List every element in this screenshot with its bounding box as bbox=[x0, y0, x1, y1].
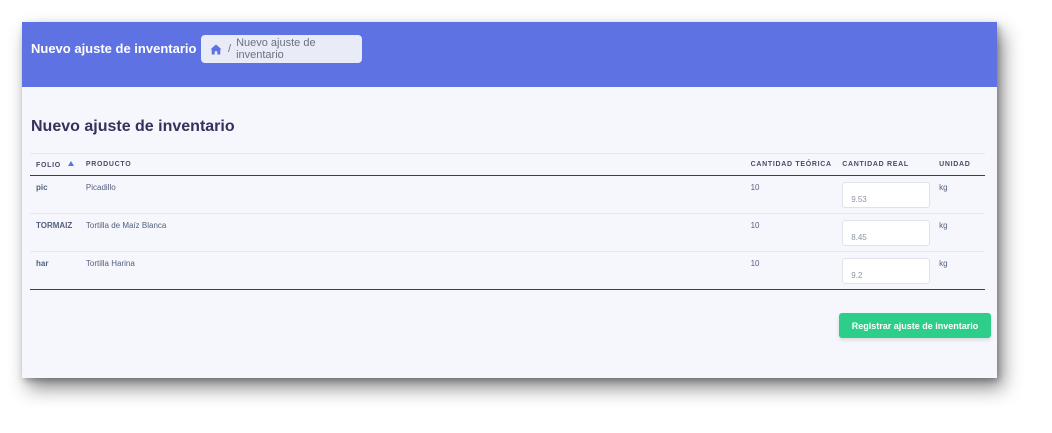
row-cantidad-teorica: 10 bbox=[750, 213, 843, 252]
row-unidad: kg bbox=[939, 213, 985, 252]
register-adjustment-button[interactable]: Registrar ajuste de inventario bbox=[839, 313, 991, 338]
page-title: Nuevo ajuste de inventario bbox=[31, 118, 235, 135]
column-header-producto[interactable]: PRODUCTO bbox=[85, 153, 751, 176]
row-folio: har bbox=[30, 251, 86, 290]
inventory-table: FOLIO PRODUCTO CANTIDAD TEÓRICA CANTIDAD… bbox=[30, 153, 985, 290]
home-icon[interactable] bbox=[210, 44, 222, 55]
cantidad-real-input[interactable] bbox=[842, 258, 931, 284]
breadcrumb: / Nuevo ajuste de inventario bbox=[201, 35, 362, 63]
table-row: har Tortilla Harina 10 kg bbox=[30, 251, 985, 290]
row-producto: Picadillo bbox=[85, 175, 751, 214]
row-unidad: kg bbox=[939, 175, 985, 214]
breadcrumb-current: Nuevo ajuste de inventario bbox=[236, 37, 316, 61]
row-cantidad-real bbox=[842, 251, 940, 290]
row-unidad: kg bbox=[939, 251, 985, 290]
row-producto: Tortilla de Maíz Blanca bbox=[85, 213, 751, 252]
row-producto: Tortilla Harina bbox=[85, 251, 751, 290]
cantidad-real-input[interactable] bbox=[842, 220, 931, 246]
cantidad-real-input[interactable] bbox=[842, 182, 931, 208]
column-header-unidad[interactable]: UNIDAD bbox=[939, 153, 985, 176]
row-cantidad-real bbox=[842, 213, 940, 252]
sort-ascending-icon bbox=[67, 160, 74, 166]
app-window: Nuevo ajuste de inventario / Nuevo ajust… bbox=[22, 22, 997, 378]
column-header-cantidad-real[interactable]: CANTIDAD REAL bbox=[842, 153, 940, 176]
row-cantidad-teorica: 10 bbox=[750, 175, 843, 214]
column-header-cantidad-teorica[interactable]: CANTIDAD TEÓRICA bbox=[750, 153, 843, 176]
header-title: Nuevo ajuste de inventario bbox=[31, 41, 197, 56]
row-cantidad-real bbox=[842, 175, 940, 214]
table-row: TORMAIZ Tortilla de Maíz Blanca 10 kg bbox=[30, 213, 985, 252]
breadcrumb-separator: / bbox=[228, 43, 232, 55]
column-header-folio[interactable]: FOLIO bbox=[30, 153, 86, 176]
table-row: pic Picadillo 10 kg bbox=[30, 175, 985, 214]
table-header-row: FOLIO PRODUCTO CANTIDAD TEÓRICA CANTIDAD… bbox=[30, 153, 985, 176]
row-folio: TORMAIZ bbox=[30, 213, 86, 252]
header-bar: Nuevo ajuste de inventario / Nuevo ajust… bbox=[22, 22, 997, 87]
row-cantidad-teorica: 10 bbox=[750, 251, 843, 290]
row-folio: pic bbox=[30, 175, 86, 214]
